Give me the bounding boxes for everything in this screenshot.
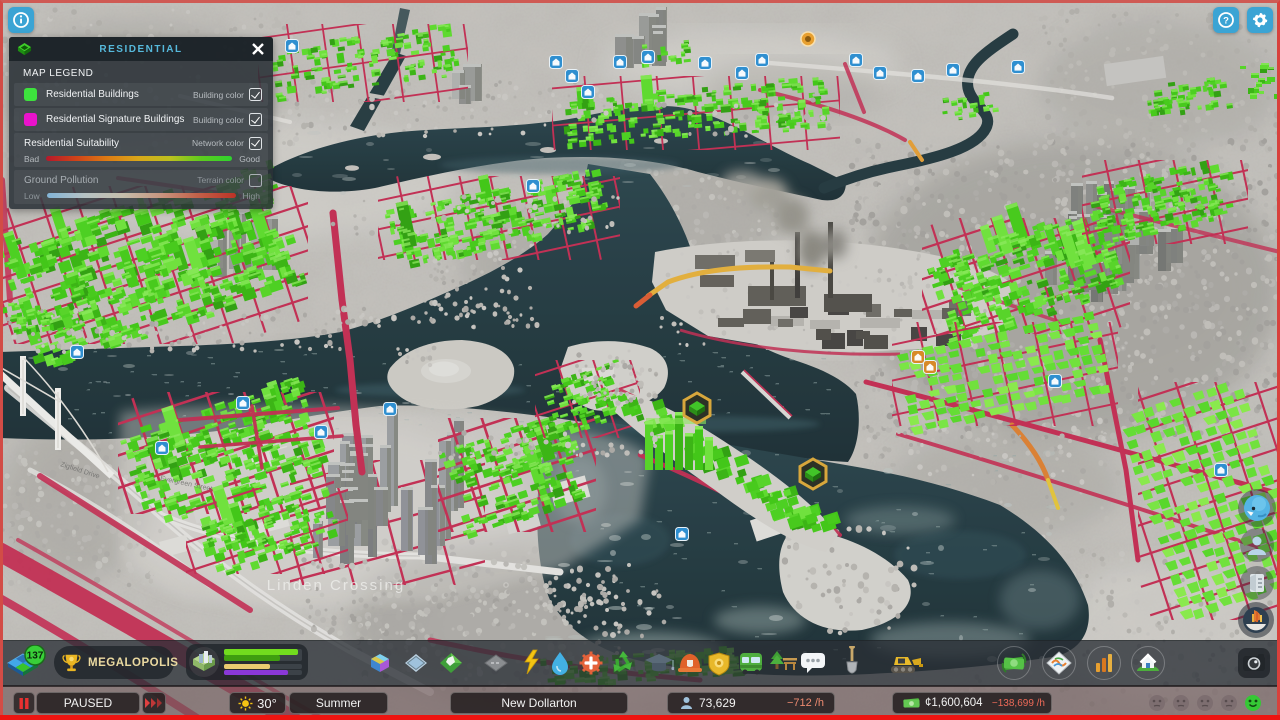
- svg-text:137: 137: [27, 651, 44, 662]
- svg-text:?: ?: [1223, 16, 1229, 27]
- svg-text:Linden Crossing: Linden Crossing: [267, 577, 405, 594]
